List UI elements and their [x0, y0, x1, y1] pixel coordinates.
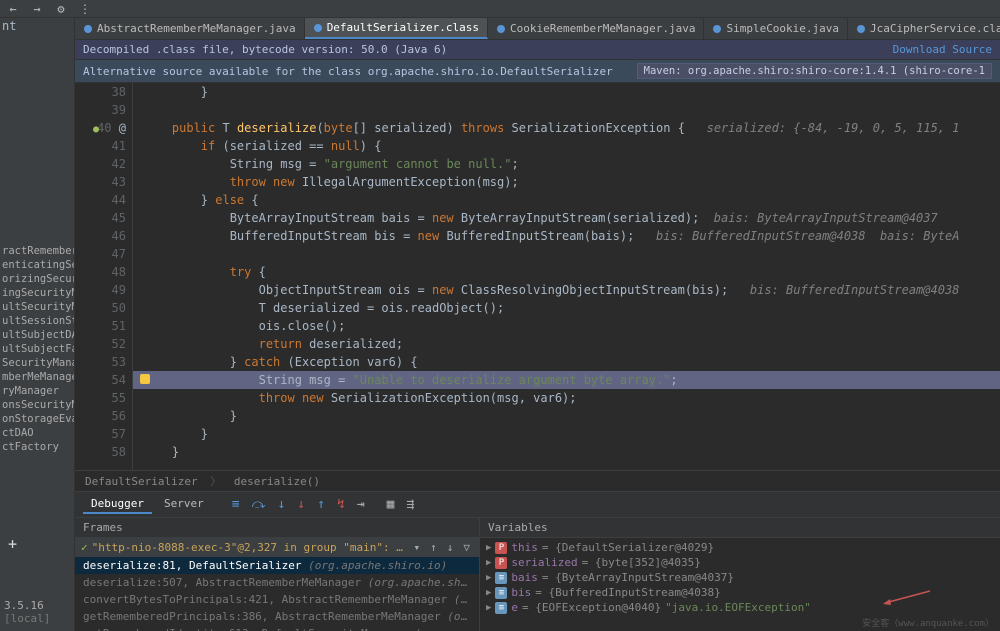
sidebar-item[interactable]: orizingSecurityM	[0, 272, 74, 286]
breadcrumb[interactable]: DefaultSerializer 〉 deserialize()	[75, 470, 1000, 491]
altsource-banner: Alternative source available for the cla…	[75, 60, 1000, 83]
variable-row[interactable]: ▶P this = {DefaultSerializer@4029}	[484, 540, 996, 555]
stack-frame[interactable]: getRememberedIdentity:613, DefaultSecuri…	[75, 625, 479, 631]
sidebar-item[interactable]: SecurityManage	[0, 356, 74, 370]
more-icon[interactable]: ⋮	[78, 2, 92, 16]
tab-debugger[interactable]: Debugger	[83, 495, 152, 514]
force-step-into-icon[interactable]: ↓	[293, 497, 309, 512]
gutter-line[interactable]: 47	[75, 245, 126, 263]
variable-row[interactable]: ▶P serialized = {byte[352]@4035}	[484, 555, 996, 570]
annotation-arrow	[880, 588, 940, 608]
stack-frame[interactable]: getRememberedPrincipals:386, AbstractRem…	[75, 608, 479, 625]
maven-pill[interactable]: Maven: org.apache.shiro:shiro-core:1.4.1…	[637, 63, 992, 79]
editor-tab[interactable]: DefaultSerializer.class	[305, 18, 488, 39]
gutter-line[interactable]: 48	[75, 263, 126, 281]
gutter-line[interactable]: 57	[75, 425, 126, 443]
gutter-line[interactable]: 49	[75, 281, 126, 299]
editor-tab[interactable]: SimpleCookie.java	[704, 18, 848, 39]
variables-title: Variables	[480, 518, 1000, 538]
sidebar-item[interactable]: enticatingSecurit	[0, 258, 74, 272]
gutter-line[interactable]: 54	[75, 371, 126, 389]
gutter-line[interactable]: 43	[75, 173, 126, 191]
watermark: 安全客（www.anquanke.com）	[862, 616, 994, 629]
sidebar-item[interactable]: ultSubjectDAO	[0, 328, 74, 342]
back-icon[interactable]: ←	[6, 2, 20, 16]
sidebar-item[interactable]: ctFactory	[0, 440, 74, 454]
editor-tab[interactable]: AbstractRememberMeManager.java	[75, 18, 305, 39]
next-frame-icon[interactable]: ↓	[444, 541, 457, 554]
gutter-line[interactable]: 52	[75, 335, 126, 353]
prev-frame-icon[interactable]: ↑	[427, 541, 440, 554]
trace-icon[interactable]: ⇶	[402, 497, 418, 512]
main-toolbar: ← → ⚙ ⋮	[0, 0, 1000, 18]
version-tag: [local]	[4, 612, 50, 625]
decompiled-banner: Decompiled .class file, bytecode version…	[75, 40, 1000, 60]
code-editor[interactable]: 3839●40 @4142434445464748495051525354555…	[75, 83, 1000, 470]
gutter-line[interactable]: 58	[75, 443, 126, 461]
stack-frame[interactable]: deserialize:81, DefaultSerializer (org.a…	[75, 557, 479, 574]
gutter-line[interactable]: 51	[75, 317, 126, 335]
banner-text: Decompiled .class file, bytecode version…	[83, 43, 447, 56]
forward-icon[interactable]: →	[30, 2, 44, 16]
variable-row[interactable]: ▶≡ bais = {ByteArrayInputStream@4037}	[484, 570, 996, 585]
gutter-line[interactable]: 56	[75, 407, 126, 425]
download-sources-link[interactable]: Download Source	[893, 43, 992, 56]
gutter-line[interactable]: ●40 @	[75, 119, 126, 137]
show-exec-icon[interactable]: ≡	[228, 497, 244, 512]
run-to-cursor-icon[interactable]: ⇥	[353, 497, 369, 512]
gutter-line[interactable]: 46	[75, 227, 126, 245]
gear-icon[interactable]: ⚙	[54, 2, 68, 16]
sidebar-top-label: nt	[0, 18, 74, 34]
stack-frame[interactable]: deserialize:507, AbstractRememberMeManag…	[75, 574, 479, 591]
sidebar-item[interactable]: ultSubjectFactory	[0, 342, 74, 356]
step-into-icon[interactable]: ↓	[273, 497, 289, 512]
sidebar-item[interactable]: ultSecurityManag	[0, 300, 74, 314]
gutter-line[interactable]: 44	[75, 191, 126, 209]
sidebar: nt ractRememberMeenticatingSecuritorizin…	[0, 18, 75, 631]
gutter-line[interactable]: 53	[75, 353, 126, 371]
editor-tabs: AbstractRememberMeManager.javaDefaultSer…	[75, 18, 1000, 40]
sidebar-item[interactable]: ractRememberMe	[0, 244, 74, 258]
sidebar-item[interactable]: mberMeManager	[0, 370, 74, 384]
check-icon: ✓	[81, 541, 88, 554]
debug-panel: Debugger Server ≡ ⤼ ↓ ↓ ↑ ↯ ⇥ ▦ ⇶ Fra	[75, 491, 1000, 631]
filter-icon[interactable]: ▽	[460, 541, 473, 554]
step-over-icon[interactable]: ⤼	[248, 497, 270, 512]
gutter-line[interactable]: 39	[75, 101, 126, 119]
sidebar-item[interactable]: ctDAO	[0, 426, 74, 440]
editor-tab[interactable]: CookieRememberMeManager.java	[488, 18, 704, 39]
evaluate-icon[interactable]: ▦	[383, 497, 399, 512]
gutter-line[interactable]: 38	[75, 83, 126, 101]
thread-selector[interactable]: ✓ "http-nio-8088-exec-3"@2,327 in group …	[75, 538, 479, 557]
gutter-line[interactable]: 55	[75, 389, 126, 407]
sidebar-item[interactable]: ultSessionStorag	[0, 314, 74, 328]
editor-tab[interactable]: JcaCipherService.class	[848, 18, 1000, 39]
frames-title: Frames	[75, 518, 479, 538]
sidebar-item[interactable]: onsSecurityMana	[0, 398, 74, 412]
gutter-line[interactable]: 42	[75, 155, 126, 173]
gutter-line[interactable]: 50	[75, 299, 126, 317]
add-button[interactable]: +	[4, 533, 70, 555]
gutter-line[interactable]: 41	[75, 137, 126, 155]
step-out-icon[interactable]: ↑	[313, 497, 329, 512]
gutter-line[interactable]: 45	[75, 209, 126, 227]
sidebar-item[interactable]: ryManager	[0, 384, 74, 398]
chevron-down-icon[interactable]: ▾	[411, 541, 424, 554]
drop-frame-icon[interactable]: ↯	[333, 497, 349, 512]
stack-frame[interactable]: convertBytesToPrincipals:421, AbstractRe…	[75, 591, 479, 608]
banner-text: Alternative source available for the cla…	[83, 65, 613, 78]
version-number: 3.5.16	[4, 599, 44, 612]
tab-server[interactable]: Server	[156, 495, 212, 514]
sidebar-item[interactable]: onStorageEvalua	[0, 412, 74, 426]
sidebar-item[interactable]: ingSecurityMana	[0, 286, 74, 300]
